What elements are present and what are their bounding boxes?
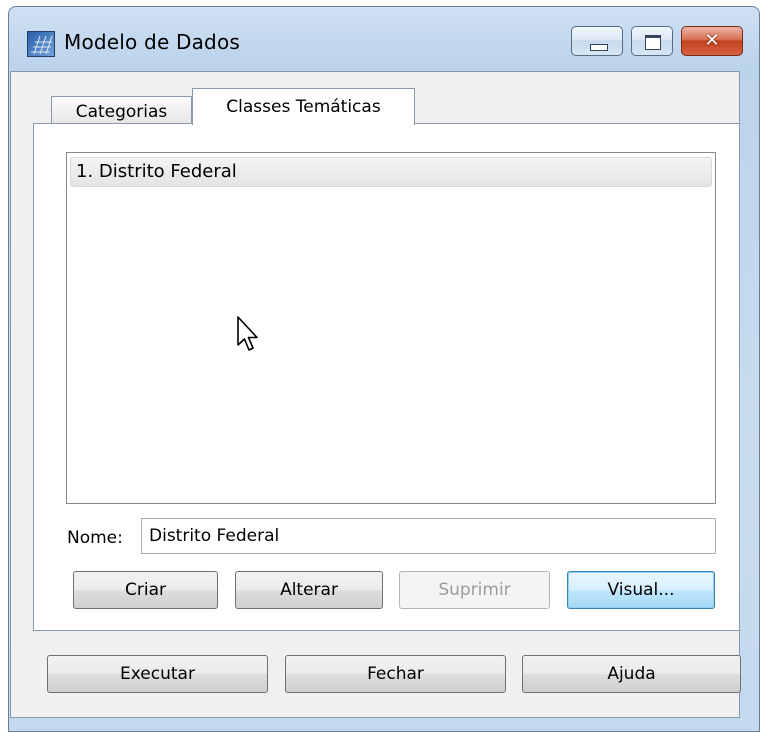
list-item[interactable]: 1. Distrito Federal <box>70 157 712 187</box>
minimize-button[interactable] <box>571 26 623 56</box>
tab-classes-tematicas[interactable]: Classes Temáticas <box>192 88 415 125</box>
minimize-icon <box>590 44 608 51</box>
executar-button[interactable]: Executar <box>47 655 268 693</box>
nome-input[interactable] <box>141 518 716 554</box>
fechar-button[interactable]: Fechar <box>285 655 506 693</box>
mouse-pointer-icon <box>237 316 258 351</box>
maximize-icon <box>645 35 661 50</box>
alterar-button[interactable]: Alterar <box>235 571 383 609</box>
ajuda-button[interactable]: Ajuda <box>522 655 741 693</box>
title-bar[interactable]: Modelo de Dados ✕ <box>9 7 759 71</box>
tab-categorias[interactable]: Categorias <box>51 96 192 124</box>
close-icon: ✕ <box>704 30 720 51</box>
criar-button[interactable]: Criar <box>73 571 218 609</box>
map-grid-icon <box>27 31 55 57</box>
close-button[interactable]: ✕ <box>681 26 743 56</box>
visual-button[interactable]: Visual... <box>567 571 715 609</box>
maximize-button[interactable] <box>631 26 673 56</box>
suprimir-button[interactable]: Suprimir <box>399 571 550 609</box>
nome-label: Nome: <box>67 528 123 548</box>
classes-list[interactable]: 1. Distrito Federal <box>66 152 716 504</box>
window-title: Modelo de Dados <box>64 30 241 54</box>
